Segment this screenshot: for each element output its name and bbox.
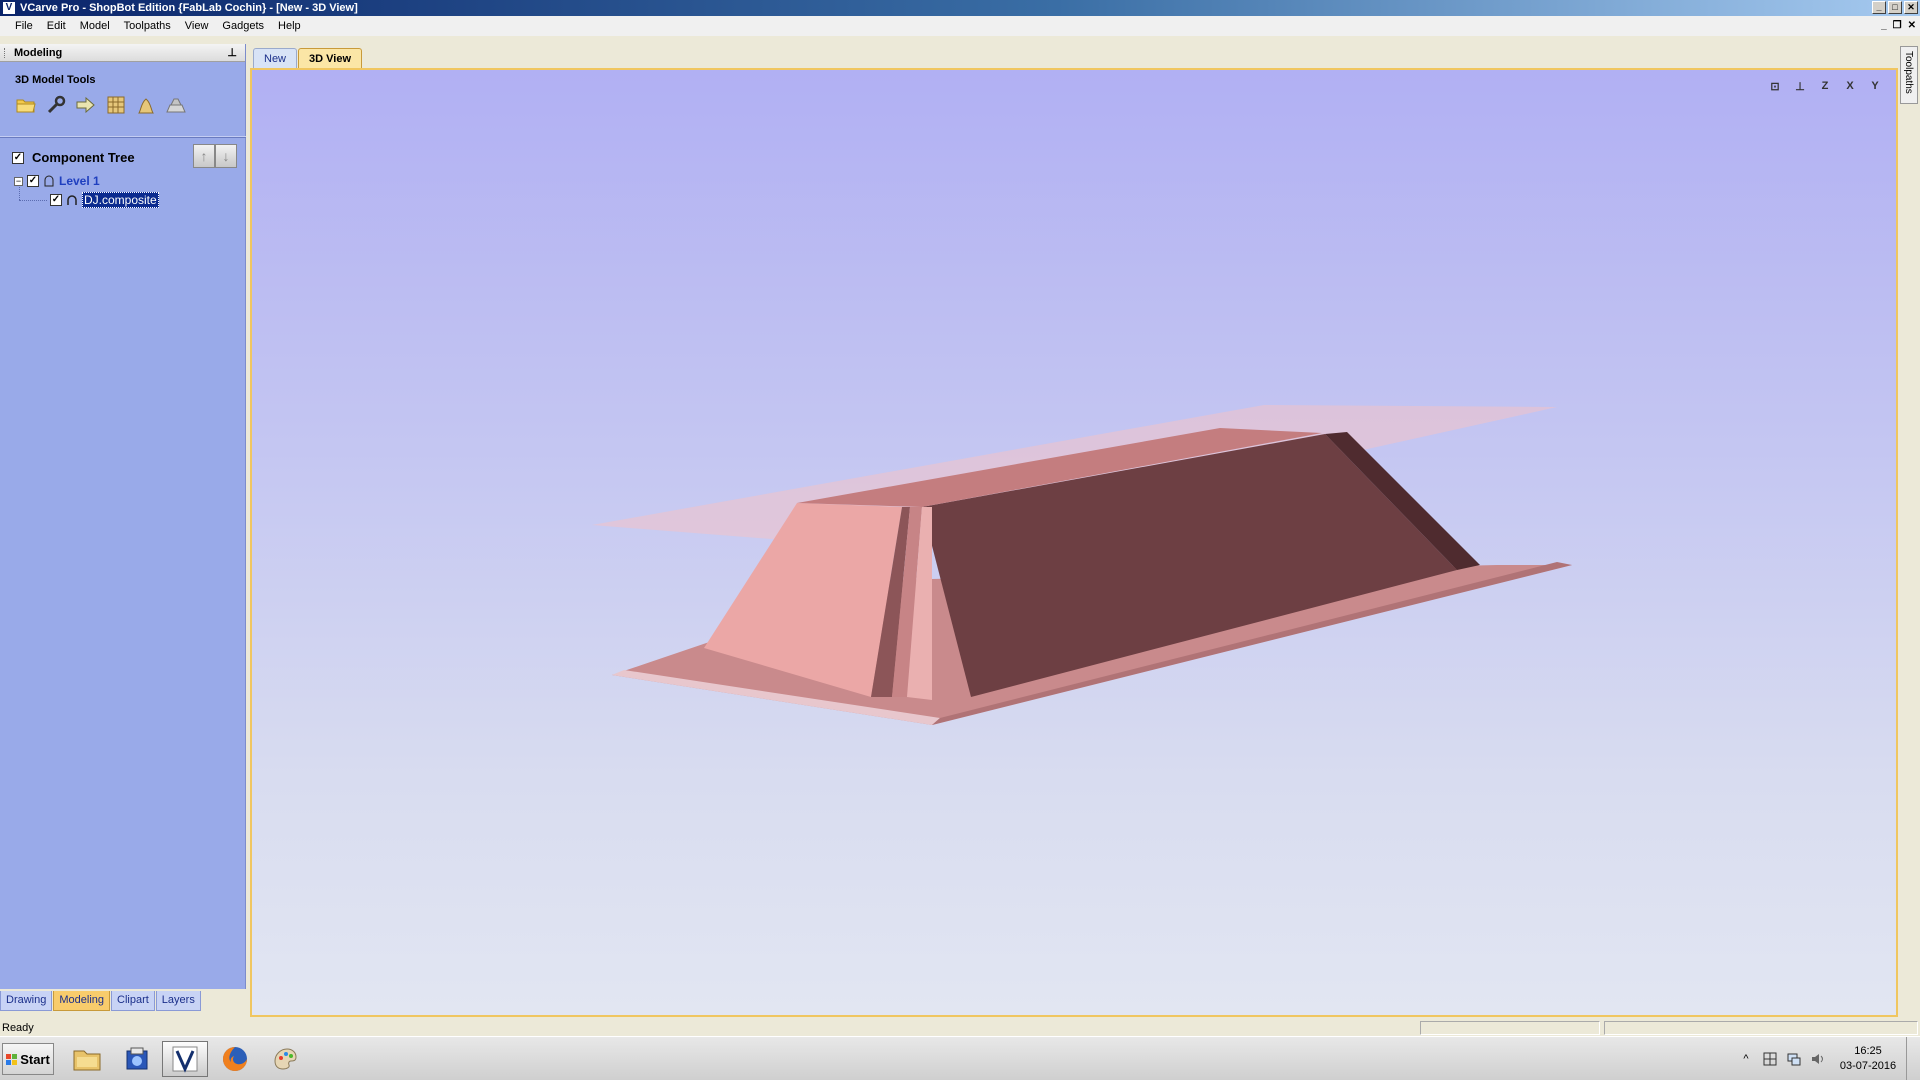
view-toolbar: ⊡ ⊥ Z X Y — [1764, 76, 1886, 96]
status-text: Ready — [2, 1022, 34, 1034]
tools-section-title: 3D Model Tools — [15, 74, 96, 86]
tree-order-buttons: ↑ ↓ — [193, 144, 237, 168]
collapse-icon[interactable]: − — [14, 176, 23, 186]
wrench-icon[interactable] — [45, 94, 67, 116]
doc-restore-button[interactable]: ❐ — [1893, 20, 1902, 31]
maximize-button[interactable]: □ — [1888, 1, 1902, 14]
move-up-button[interactable]: ↑ — [193, 144, 215, 168]
component-label: DJ.composite — [82, 192, 159, 208]
bell-shape-icon[interactable] — [135, 94, 157, 116]
doc-close-button[interactable]: ✕ — [1908, 20, 1916, 31]
vcarve-icon[interactable] — [162, 1041, 208, 1077]
doc-minimize-button[interactable]: _ — [1881, 20, 1887, 31]
system-clock[interactable]: 16:25 03-07-2016 — [1830, 1044, 1906, 1074]
view-y-icon[interactable]: Y — [1864, 76, 1886, 96]
clock-date: 03-07-2016 — [1839, 1060, 1897, 1072]
toolpaths-side-tab[interactable]: Toolpaths — [1900, 46, 1918, 104]
panel-grip[interactable] — [4, 48, 7, 58]
minimize-button[interactable]: _ — [1872, 1, 1886, 14]
window-title: VCarve Pro - ShopBot Edition {FabLab Coc… — [20, 2, 358, 14]
doc-tab-3d-view[interactable]: 3D View — [298, 48, 363, 68]
volume-icon[interactable] — [1810, 1051, 1826, 1067]
tree-node-component[interactable]: ✓ DJ.composite — [50, 192, 159, 208]
view-x-icon[interactable]: X — [1839, 76, 1861, 96]
status-bar: Ready — [0, 1020, 1920, 1036]
vectric-setup-icon[interactable] — [114, 1041, 160, 1077]
status-pane — [1604, 1021, 1918, 1035]
open-folder-icon[interactable] — [15, 94, 37, 116]
level-icon — [44, 175, 54, 187]
paint-icon[interactable] — [262, 1041, 308, 1077]
doc-tab-new[interactable]: New — [253, 48, 298, 68]
menu-file[interactable]: File — [8, 16, 40, 36]
toolpaths-side-tab-label: Toolpaths — [1903, 51, 1914, 94]
menu-toolpaths[interactable]: Toolpaths — [117, 16, 178, 36]
menu-help[interactable]: Help — [271, 16, 308, 36]
panel-separator — [0, 136, 246, 138]
document-tabs: New 3D View — [253, 48, 363, 68]
3d-viewport[interactable]: ⊡ ⊥ Z X Y — [250, 68, 1898, 1017]
close-button[interactable]: ✕ — [1904, 1, 1918, 14]
windows-logo-icon — [6, 1053, 18, 1065]
iso-view-icon[interactable]: ⊥ — [1789, 76, 1811, 96]
taskbar: Start ^ 16:25 03-07-2016 — [0, 1036, 1920, 1080]
tab-modeling[interactable]: Modeling — [53, 991, 110, 1011]
title-bar: V VCarve Pro - ShopBot Edition {FabLab C… — [0, 0, 1920, 16]
menu-view[interactable]: View — [178, 16, 216, 36]
zoom-extents-icon[interactable]: ⊡ — [1764, 76, 1786, 96]
start-button[interactable]: Start — [2, 1043, 54, 1075]
3d-model-scene — [592, 405, 1572, 725]
firefox-icon[interactable] — [212, 1041, 258, 1077]
level-1-label: Level 1 — [59, 174, 100, 188]
component-tree-header: ✓ Component Tree — [12, 150, 135, 165]
menu-gadgets[interactable]: Gadgets — [215, 16, 271, 36]
show-hidden-icons-icon[interactable]: ^ — [1738, 1051, 1754, 1067]
action-center-icon[interactable] — [1762, 1051, 1778, 1067]
menu-model[interactable]: Model — [73, 16, 117, 36]
tab-layers[interactable]: Layers — [155, 991, 201, 1011]
menu-edit[interactable]: Edit — [40, 16, 73, 36]
component-tree-checkbox[interactable]: ✓ — [12, 151, 24, 164]
file-explorer-icon[interactable] — [64, 1041, 110, 1077]
arrow-shape-icon[interactable] — [75, 94, 97, 116]
view-z-icon[interactable]: Z — [1814, 76, 1836, 96]
tree-connector — [19, 200, 47, 201]
level-1-checkbox[interactable]: ✓ — [27, 175, 39, 187]
move-down-button[interactable]: ↓ — [215, 144, 237, 168]
tree-node-level-1[interactable]: − ✓ Level 1 — [14, 174, 100, 188]
system-tray: ^ 16:25 03-07-2016 — [1734, 1037, 1920, 1080]
start-label: Start — [20, 1051, 50, 1067]
app-icon: V — [3, 2, 15, 14]
component-tree-title: Component Tree — [32, 150, 135, 165]
pin-icon[interactable]: ⊥ — [227, 44, 237, 62]
component-checkbox[interactable]: ✓ — [50, 194, 62, 206]
panel-tabs: Drawing Modeling Clipart Layers — [0, 991, 202, 1011]
model-tools-toolbar — [15, 94, 187, 116]
modeling-panel: Modeling ⊥ 3D Model Tools ✓ Component Tr… — [0, 44, 246, 989]
status-pane — [1420, 1021, 1600, 1035]
panel-header: Modeling ⊥ — [0, 44, 245, 62]
grid-icon[interactable] — [105, 94, 127, 116]
tab-clipart[interactable]: Clipart — [111, 991, 155, 1011]
dome-icon[interactable] — [165, 94, 187, 116]
window-controls: _ □ ✕ — [1872, 1, 1918, 14]
menu-bar: File Edit Model Toolpaths View Gadgets H… — [0, 16, 1920, 36]
document-window-controls: _ ❐ ✕ — [1881, 20, 1916, 31]
clock-time: 16:25 — [1854, 1045, 1882, 1057]
show-desktop-button[interactable] — [1906, 1037, 1920, 1080]
panel-title: Modeling — [14, 47, 63, 59]
component-icon — [67, 195, 77, 205]
tab-drawing[interactable]: Drawing — [0, 991, 53, 1011]
network-icon[interactable] — [1786, 1051, 1802, 1067]
